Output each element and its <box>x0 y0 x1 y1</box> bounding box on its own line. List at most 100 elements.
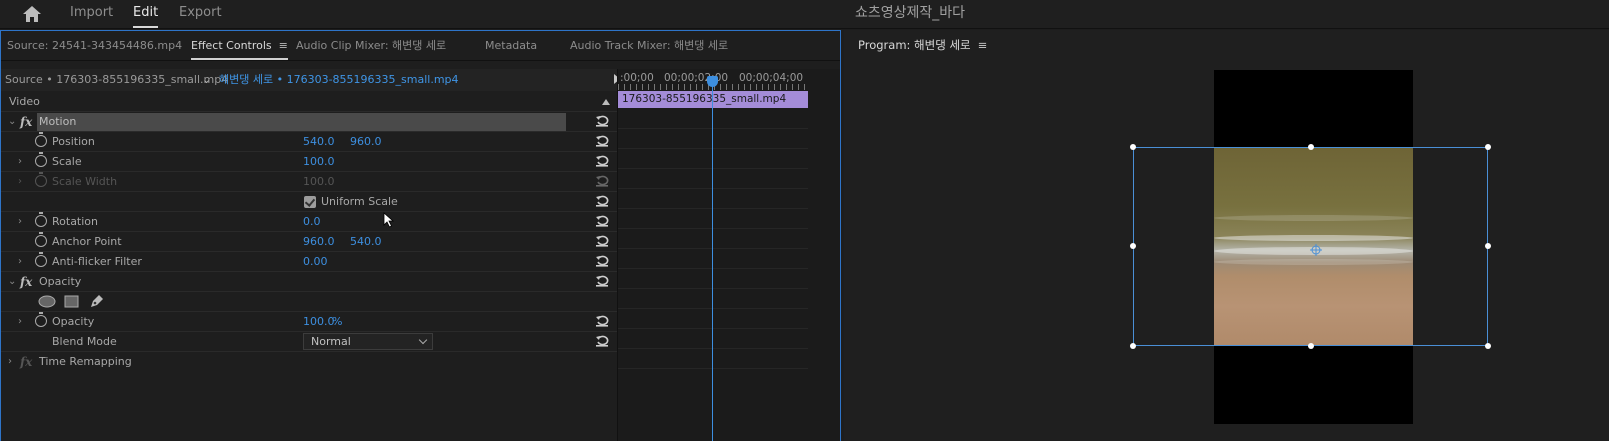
fx-icon[interactable]: fx <box>20 272 32 292</box>
reset-icon[interactable] <box>595 274 609 288</box>
panel-menu-icon[interactable]: ≡ <box>279 31 288 60</box>
transform-handle[interactable] <box>1130 243 1136 249</box>
scale-row: › Scale 100.0 <box>1 152 634 172</box>
nav-edit[interactable]: Edit <box>133 0 159 29</box>
transform-handle[interactable] <box>1308 343 1314 349</box>
anchor-x-value[interactable]: 960.0 <box>303 232 335 252</box>
panel-tab-bar: Source: 24541-343454486.mp4 Effect Contr… <box>1 31 840 61</box>
collapse-up-icon[interactable] <box>602 99 610 105</box>
anti-flicker-row: › Anti-flicker Filter 0.00 <box>1 252 634 272</box>
transform-handle[interactable] <box>1130 343 1136 349</box>
active-tab-underline <box>191 58 288 60</box>
timeline-row-divider <box>618 288 808 289</box>
anchor-y-value[interactable]: 540.0 <box>350 232 382 252</box>
chevron-down-icon[interactable]: ⌄ <box>8 112 16 131</box>
stopwatch-icon[interactable] <box>35 252 47 267</box>
reset-icon[interactable] <box>595 234 609 248</box>
ellipse-mask-icon[interactable] <box>38 295 56 308</box>
playhead-handle[interactable] <box>707 76 718 87</box>
timeline-row-divider <box>618 268 808 269</box>
reset-icon[interactable] <box>595 194 609 208</box>
timeline-row-divider <box>618 128 808 129</box>
reset-icon[interactable] <box>595 114 609 128</box>
chevron-down-icon[interactable]: ⌄ <box>8 272 16 291</box>
timeline-row-divider <box>618 228 808 229</box>
transform-handle[interactable] <box>1485 343 1491 349</box>
uniform-scale-checkbox[interactable] <box>304 196 316 208</box>
chevron-right-icon[interactable]: › <box>18 252 22 271</box>
time-ruler[interactable]: :00;00 00;00;02;00 00;00;04;00 <box>618 69 841 90</box>
effect-properties: Video ⌄ fx Motion Position 540.0 960.0 ›… <box>1 92 634 441</box>
effect-controls-timeline[interactable]: :00;00 00;00;02;00 00;00;04;00 176303-85… <box>617 69 840 441</box>
sequence-clip-label[interactable]: 해변댕 세로 • 176303-855196335_small.mp4 <box>219 69 459 91</box>
nav-export[interactable]: Export <box>179 0 222 29</box>
opacity-value[interactable]: 100.0 <box>303 312 335 332</box>
transform-handle[interactable] <box>1485 243 1491 249</box>
mask-tools-row <box>1 292 634 312</box>
anti-flicker-value[interactable]: 0.00 <box>303 252 328 272</box>
position-y-value[interactable]: 960.0 <box>350 132 382 152</box>
timeline-row-divider <box>618 148 808 149</box>
stopwatch-icon[interactable] <box>35 312 47 327</box>
rotation-value[interactable]: 0.0 <box>303 212 321 232</box>
scale-width-value: 100.0 <box>303 175 335 188</box>
program-tab[interactable]: Program: 해변댕 세로 ≡ <box>858 37 987 53</box>
stopwatch-icon[interactable] <box>35 132 47 147</box>
blend-mode-row: Blend Mode Normal <box>1 332 634 352</box>
stopwatch-icon[interactable] <box>35 152 47 167</box>
reset-icon[interactable] <box>595 214 609 228</box>
timeline-clip[interactable]: 176303-855196335_small.mp4 <box>618 91 808 108</box>
transform-handle[interactable] <box>1130 144 1136 150</box>
mouse-cursor-icon <box>383 212 395 228</box>
scale-width-row: › Scale Width 100.0 <box>1 172 634 192</box>
tab-metadata[interactable]: Metadata <box>485 31 537 60</box>
top-bar: Import Edit Export 쇼츠영상제작_바다 <box>0 0 1609 29</box>
source-dropdown-chevron[interactable]: ⌄ <box>202 69 211 91</box>
reset-icon[interactable] <box>595 254 609 268</box>
tab-effect-controls[interactable]: Effect Controls ≡ <box>191 31 288 60</box>
tab-audio-clip-mixer[interactable]: Audio Clip Mixer: 해변댕 세로 <box>296 31 446 60</box>
transform-handle[interactable] <box>1485 144 1491 150</box>
effect-controls-panel: Source: 24541-343454486.mp4 Effect Contr… <box>0 30 841 441</box>
nav-import[interactable]: Import <box>70 0 113 29</box>
motion-label: Motion <box>39 115 77 128</box>
chevron-right-icon[interactable]: › <box>18 152 22 171</box>
motion-selected-bar[interactable] <box>37 113 566 131</box>
timeline-row-divider <box>618 368 808 369</box>
source-clip-label[interactable]: Source • 176303-855196335_small.mp4 <box>5 69 228 91</box>
timeline-row-divider <box>618 328 808 329</box>
source-selector-row: Source • 176303-855196335_small.mp4 ⌄ 해변… <box>1 69 634 91</box>
fx-icon[interactable]: fx <box>20 112 32 132</box>
opacity-effect-row[interactable]: ⌄ fx Opacity <box>1 272 634 292</box>
chevron-right-icon[interactable]: › <box>18 312 22 331</box>
timeline-row-divider <box>618 348 808 349</box>
chevron-right-icon[interactable]: › <box>8 352 12 371</box>
program-monitor-panel: Program: 해변댕 세로 ≡ <box>844 30 1609 441</box>
position-row: Position 540.0 960.0 <box>1 132 634 152</box>
stopwatch-icon[interactable] <box>35 232 47 247</box>
timeline-row-divider <box>618 308 808 309</box>
reset-icon[interactable] <box>595 314 609 328</box>
panel-menu-icon[interactable]: ≡ <box>978 38 988 52</box>
playhead-line[interactable] <box>712 77 713 441</box>
home-icon[interactable] <box>22 5 42 23</box>
blend-mode-dropdown[interactable]: Normal <box>303 333 433 350</box>
reset-icon[interactable] <box>595 134 609 148</box>
anchor-point-icon[interactable] <box>1310 244 1322 256</box>
reset-icon[interactable] <box>595 334 609 348</box>
position-x-value[interactable]: 540.0 <box>303 132 335 152</box>
stopwatch-icon[interactable] <box>35 212 47 227</box>
pen-mask-icon[interactable] <box>89 294 104 309</box>
tab-source[interactable]: Source: 24541-343454486.mp4 <box>7 31 182 60</box>
reset-icon <box>596 175 609 187</box>
motion-effect-row[interactable]: ⌄ fx Motion <box>1 112 634 132</box>
tab-audio-track-mixer[interactable]: Audio Track Mixer: 해변댕 세로 <box>570 31 728 60</box>
transform-handle[interactable] <box>1308 144 1314 150</box>
opacity-row: › Opacity 100.0 % <box>1 312 634 332</box>
scale-value[interactable]: 100.0 <box>303 152 335 172</box>
opacity-group-label: Opacity <box>39 275 82 288</box>
time-remapping-row[interactable]: › fx Time Remapping <box>1 352 634 372</box>
rectangle-mask-icon[interactable] <box>64 295 79 308</box>
reset-icon[interactable] <box>595 154 609 168</box>
chevron-right-icon[interactable]: › <box>18 212 22 231</box>
